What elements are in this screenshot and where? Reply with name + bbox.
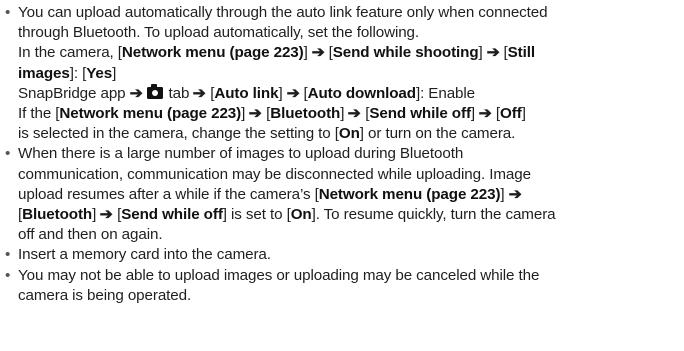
text-segment: [ [112,206,122,224]
list-item: • Insert a memory card into the camera. [4,245,684,265]
text-segment: camera is being operated. [18,286,192,304]
bullet-marker: • [5,4,11,21]
document-page: • You can upload automatically through th… [0,0,684,351]
bullet-marker: • [5,266,11,284]
bold-term: Bluetooth [270,105,341,123]
text-segment: through Bluetooth. To upload automatical… [18,24,420,42]
arrow-right-icon: ➔ [486,44,500,62]
text-segment: When there is a large number of images t… [18,145,464,163]
text-segment: ] or turn on the camera. [359,125,516,143]
text-line: When there is a large number of images t… [18,144,684,164]
list-item: • You may not be able to upload images or… [4,266,684,306]
text-segment: [ [262,105,271,123]
bold-term: Send while off [369,105,471,123]
bold-term: Off [500,105,522,123]
text-segment: ] [500,185,509,203]
text-segment: If the [ [18,105,60,123]
arrow-right-icon: ➔ [478,105,493,123]
text-segment: ]: Enable [415,84,476,102]
text-segment: ]: [ [69,64,87,82]
text-line: SnapBridge app ➔ tab ➔ [Auto link] ➔ [Au… [18,83,684,104]
text-segment: is selected in the camera, change the se… [18,125,339,143]
arrow-right-icon: ➔ [100,206,114,224]
list-item: • You can upload automatically through th… [4,3,684,144]
bold-term: Network menu (page 223) [59,105,242,123]
arrow-right-icon: ➔ [508,185,522,203]
text-segment: [ [491,105,501,123]
text-line: through Bluetooth. To upload automatical… [18,23,684,43]
arrow-right-icon: ➔ [193,84,207,102]
bold-term: Send while off [121,206,223,224]
text-segment: ]. To resume quickly, turn the camera [311,206,556,224]
camera-icon [147,83,164,99]
text-line: communication, communication may be disc… [18,165,684,185]
text-segment: communication, communication may be disc… [18,165,531,183]
text-segment: tab [164,84,194,102]
text-segment: Insert a memory card into the camera. [18,246,271,264]
bold-term: Bluetooth [22,206,93,224]
bullet-marker: • [5,246,11,264]
text-line: You may not be able to upload images or … [18,266,684,286]
bold-term: On [290,206,312,224]
bold-term: On [338,125,360,143]
arrow-right-icon: ➔ [348,105,362,123]
bold-term: Send while shooting [332,44,479,62]
arrow-right-icon: ➔ [311,44,325,62]
text-segment: ] [478,44,487,62]
text-line: images]: [Yes] [18,64,684,84]
bold-term: Still [507,44,536,62]
text-segment: ] [278,84,287,102]
bold-term: Network menu (page 223) [121,44,304,62]
notes-list: • You can upload automatically through th… [4,3,684,306]
list-item: • When there is a large number of images … [4,144,684,245]
text-segment: [ [324,44,333,62]
text-line: camera is being operated. [18,286,684,306]
text-segment: You may not be able to upload images or … [18,266,540,284]
text-segment: upload resumes after a while if the came… [18,185,319,203]
text-line: In the camera, [Network menu (page 223)]… [18,43,684,63]
text-segment: [ [299,84,308,102]
text-line: upload resumes after a while if the came… [18,185,684,205]
text-segment: ] [521,105,526,123]
text-segment: ] is set to [ [222,206,291,224]
text-line: Insert a memory card into the camera. [18,245,684,265]
text-segment: [ [499,44,508,62]
text-segment: ] [303,44,312,62]
arrow-right-icon: ➔ [129,84,143,102]
text-line: off and then on again. [18,225,684,245]
text-segment: In the camera, [ [18,44,122,62]
text-segment: SnapBridge app [18,84,130,102]
arrow-right-icon: ➔ [249,105,263,123]
bold-term: Auto download [307,84,416,102]
text-line: If the [Network menu (page 223)] ➔ [Blue… [18,104,684,124]
bold-term: Network menu (page 223) [318,185,501,203]
text-segment: ] [112,64,117,82]
bullet-marker: • [5,145,11,163]
bold-term: Auto link [214,84,279,102]
text-line: [Bluetooth] ➔ [Send while off] is set to… [18,205,684,225]
arrow-right-icon: ➔ [286,84,300,102]
text-segment: You can upload automatically through the… [18,4,548,21]
bold-term: images [18,64,70,82]
bold-term: Yes [86,64,113,82]
text-segment: off and then on again. [18,226,163,244]
text-line: You can upload automatically through the… [18,3,684,23]
text-line: is selected in the camera, change the se… [18,124,684,144]
